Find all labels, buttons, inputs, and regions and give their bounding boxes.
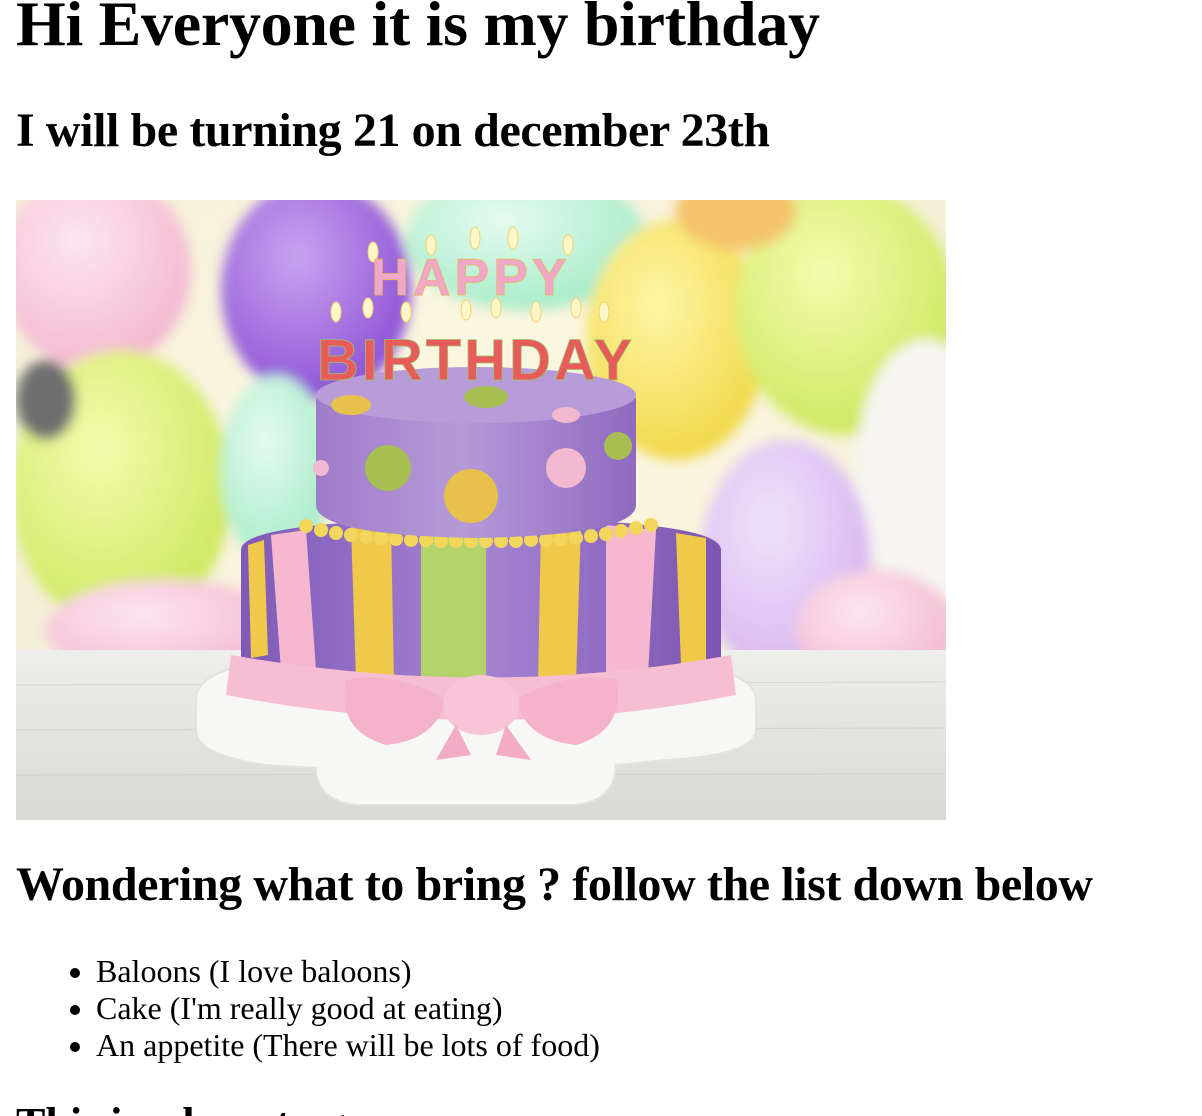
candle-text-happy: HAPPY: [371, 249, 570, 307]
section-title: Wondering what to bring ? follow the lis…: [16, 858, 1093, 911]
birthday-cake-image: HAPPY BIRTHDAY: [16, 200, 946, 820]
next-heading: This is where to go: [16, 1097, 367, 1116]
page-subtitle: I will be turning 21 on december 23th: [16, 104, 770, 157]
list-item: Baloons (I love baloons): [96, 953, 600, 990]
list-item: Cake (I'm really good at eating): [96, 990, 600, 1027]
page-title: Hi Everyone it is my birthday: [16, 0, 820, 59]
list-item: An appetite (There will be lots of food): [96, 1027, 600, 1064]
candle-text-birthday: BIRTHDAY: [317, 328, 635, 393]
bring-list: Baloons (I love baloons) Cake (I'm reall…: [16, 953, 600, 1064]
